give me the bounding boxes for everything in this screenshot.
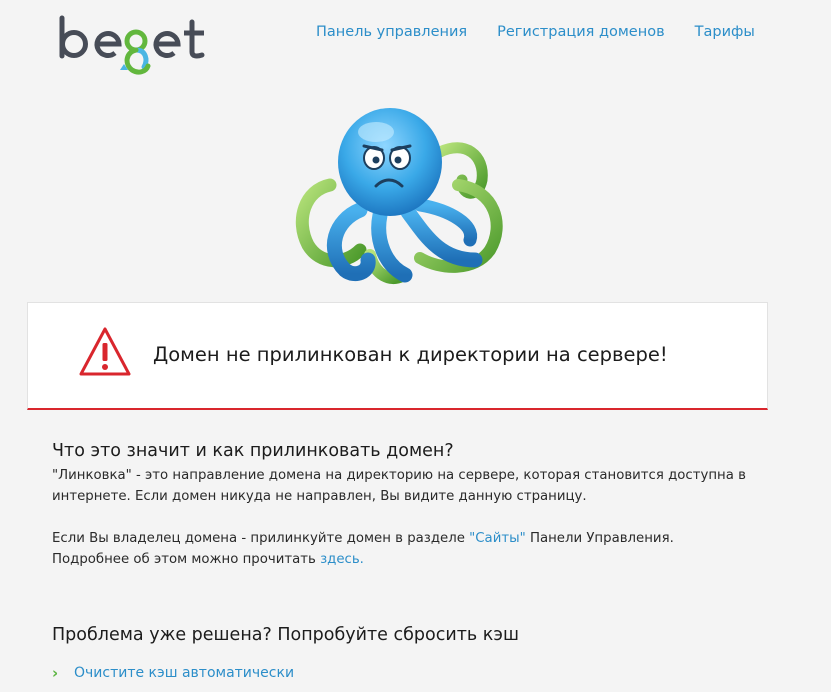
more-info-text: Подробнее об этом можно прочитать [52, 552, 321, 567]
nav-tariffs[interactable]: Тарифы [695, 24, 755, 40]
warning-icon [78, 326, 132, 378]
cache-section: Проблема уже решена? Попробуйте сбросить… [52, 625, 772, 682]
error-alert-box: Домен не прилинкован к директории на сер… [27, 302, 768, 410]
alert-message: Домен не прилинкован к директории на сер… [153, 343, 668, 366]
octopus-mascot [290, 100, 506, 290]
instructions-text-after: Панели Управления. [525, 531, 674, 546]
explanation-heading: Что это значит и как прилинковать домен? [52, 441, 454, 461]
explanation-paragraph: "Линковка" - это направление домена на д… [52, 468, 746, 504]
nav-domain-registration[interactable]: Регистрация доменов [497, 24, 665, 40]
explanation-section: Что это значит и как прилинковать домен?… [52, 441, 772, 570]
clear-cache-row: › Очистите кэш автоматически [52, 664, 294, 682]
instructions-text-before: Если Вы владелец домена - прилинкуйте до… [52, 531, 470, 546]
more-info-link[interactable]: здесь. [320, 552, 364, 567]
instructions-paragraph: Если Вы владелец домена - прилинкуйте до… [52, 528, 772, 570]
sites-section-link[interactable]: "Сайты" [469, 531, 526, 546]
chevron-right-icon: › [52, 664, 59, 682]
main-nav: Панель управления Регистрация доменов Та… [316, 24, 755, 40]
cache-heading: Проблема уже решена? Попробуйте сбросить… [52, 625, 519, 645]
nav-control-panel[interactable]: Панель управления [316, 24, 467, 40]
clear-cache-link[interactable]: Очистите кэш автоматически [74, 665, 294, 681]
beget-logo[interactable] [56, 12, 208, 82]
header: Панель управления Регистрация доменов Та… [0, 0, 831, 90]
